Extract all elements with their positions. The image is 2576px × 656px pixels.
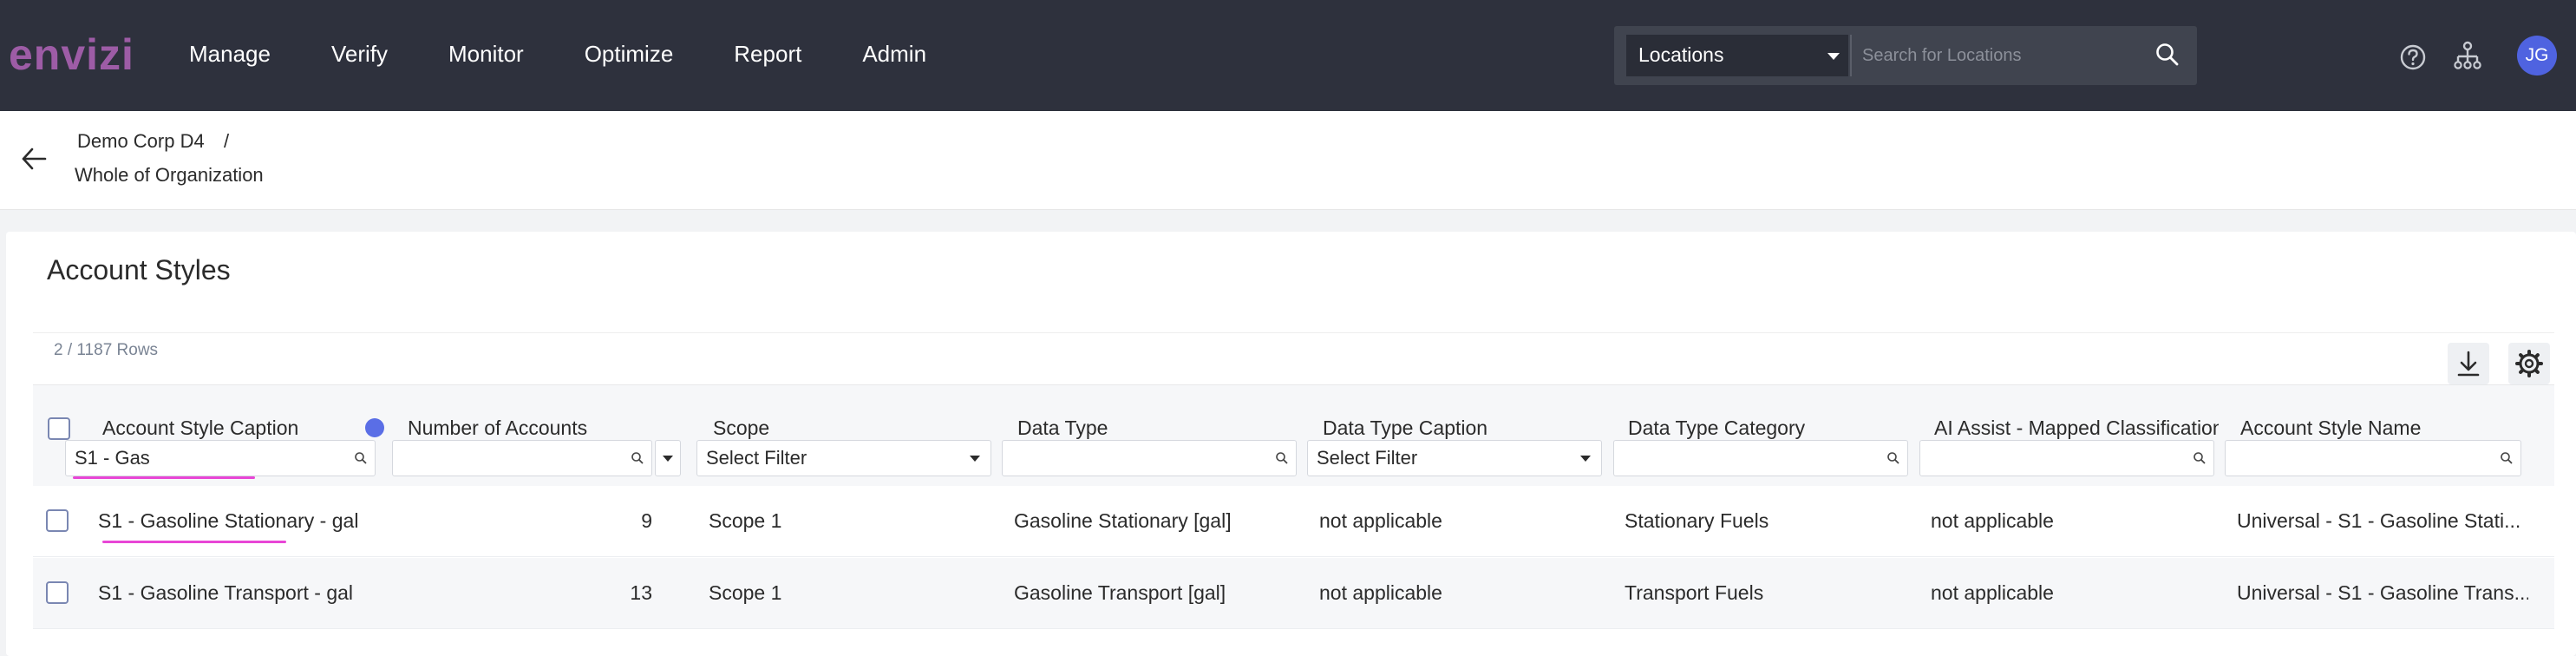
chevron-down-icon	[970, 456, 980, 462]
envizi-logo[interactable]: envizi	[9, 30, 134, 80]
cell-data-type-caption: not applicable	[1319, 581, 1442, 604]
nav-admin[interactable]: Admin	[862, 41, 926, 68]
help-icon[interactable]	[2399, 43, 2427, 71]
cell-number-of-accounts: 13	[630, 581, 652, 604]
nav-monitor[interactable]: Monitor	[448, 41, 524, 68]
chevron-down-icon	[663, 456, 673, 462]
cell-ai-classification: not applicable	[1931, 581, 2054, 604]
main-nav: Manage Verify Monitor Optimize Report Ad…	[189, 41, 987, 68]
user-avatar[interactable]: JG	[2517, 36, 2557, 75]
caption-filter-value: S1 - Gas	[75, 447, 150, 469]
search-icon	[1887, 452, 1899, 464]
row-checkbox[interactable]	[46, 509, 69, 532]
header-data-type[interactable]: Data Type	[1017, 417, 1278, 440]
breadcrumb: Demo Corp D4 / Whole of Organization	[0, 111, 2576, 210]
page-title: Account Styles	[47, 254, 231, 285]
data-type-filter-input[interactable]	[1002, 440, 1297, 476]
cell-number-of-accounts: 9	[641, 509, 652, 532]
cell-data-type: Gasoline Stationary [gal]	[1014, 509, 1232, 532]
cell-data-type-category: Stationary Fuels	[1625, 509, 1769, 532]
cell-account-style-name: Universal - S1 - Gasoline Trans...	[2237, 581, 2528, 604]
account-styles-card: Account Styles 2 / 1187 Rows Account Sty…	[6, 232, 2576, 656]
scope-filter-select[interactable]: Select Filter	[696, 440, 991, 476]
table-row[interactable]: S1 - Gasoline Stationary - gal 9 Scope 1…	[33, 486, 2554, 557]
hierarchy-icon[interactable]	[2453, 41, 2482, 70]
location-search: Locations	[1614, 26, 2197, 85]
location-search-input[interactable]	[1862, 38, 2148, 73]
table-row[interactable]: S1 - Gasoline Transport - gal 13 Scope 1…	[33, 558, 2554, 629]
data-type-category-filter-input[interactable]	[1613, 440, 1908, 476]
filter-highlight-underline	[73, 476, 255, 479]
cell-ai-classification: not applicable	[1931, 509, 2054, 532]
data-type-caption-filter-select[interactable]: Select Filter	[1307, 440, 1602, 476]
row-checkbox[interactable]	[46, 581, 69, 604]
filter-active-indicator	[365, 418, 384, 437]
header-ai-assist-mapped-classification[interactable]: AI Assist - Mapped Classification	[1934, 417, 2219, 440]
row-count: 2 / 1187 Rows	[54, 341, 159, 359]
search-icon	[2501, 452, 2513, 464]
card-divider	[33, 332, 2554, 333]
top-navigation-bar: envizi Manage Verify Monitor Optimize Re…	[0, 0, 2576, 111]
scope-filter-value: Select Filter	[706, 447, 807, 469]
cell-account-style-name: Universal - S1 - Gasoline Stati...	[2237, 509, 2521, 532]
search-icon[interactable]	[2154, 42, 2180, 68]
search-icon	[2194, 452, 2206, 464]
nav-verify[interactable]: Verify	[331, 41, 388, 68]
data-type-caption-filter-value: Select Filter	[1317, 447, 1418, 469]
cell-account-style-caption[interactable]: S1 - Gasoline Transport - gal	[98, 581, 389, 605]
header-account-style-name[interactable]: Account Style Name	[2240, 417, 2535, 440]
cell-scope: Scope 1	[709, 581, 782, 604]
header-data-type-caption[interactable]: Data Type Caption	[1323, 417, 1592, 440]
search-icon	[631, 452, 644, 464]
breadcrumb-current: Whole of Organization	[75, 164, 264, 186]
location-type-select[interactable]: Locations	[1626, 35, 1848, 76]
select-all-checkbox[interactable]	[48, 417, 70, 440]
number-filter-operator-select[interactable]	[655, 440, 681, 476]
cell-scope: Scope 1	[709, 509, 782, 532]
number-of-accounts-filter-input[interactable]	[392, 440, 652, 476]
breadcrumb-separator: /	[224, 130, 230, 152]
nav-optimize[interactable]: Optimize	[585, 41, 674, 68]
nav-report[interactable]: Report	[734, 41, 801, 68]
breadcrumb-parent-link[interactable]: Demo Corp D4	[77, 130, 205, 153]
cell-data-type: Gasoline Transport [gal]	[1014, 581, 1226, 604]
back-arrow-icon[interactable]	[19, 144, 49, 174]
header-data-type-category[interactable]: Data Type Category	[1628, 417, 1906, 440]
header-scope[interactable]: Scope	[713, 417, 973, 440]
chevron-down-icon	[1827, 53, 1840, 60]
account-styles-grid: Account Style Caption Number of Accounts…	[33, 384, 2554, 656]
caption-filter-input[interactable]: S1 - Gas	[65, 440, 376, 476]
cell-data-type-caption: not applicable	[1319, 509, 1442, 532]
download-icon[interactable]	[2448, 343, 2489, 384]
search-icon	[1276, 452, 1288, 464]
ai-classification-filter-input[interactable]	[1919, 440, 2214, 476]
row-highlight-underline	[102, 541, 286, 543]
account-style-name-filter-input[interactable]	[2225, 440, 2521, 476]
cell-account-style-caption[interactable]: S1 - Gasoline Stationary - gal	[98, 509, 389, 533]
cell-data-type-category: Transport Fuels	[1625, 581, 1764, 604]
header-number-of-accounts[interactable]: Number of Accounts	[408, 417, 668, 440]
header-account-style-caption[interactable]: Account Style Caption	[102, 417, 363, 440]
search-icon	[355, 452, 367, 464]
gear-icon[interactable]	[2508, 343, 2550, 384]
chevron-down-icon	[1580, 456, 1591, 462]
location-type-value: Locations	[1638, 43, 1724, 66]
search-divider	[1850, 35, 1852, 76]
nav-manage[interactable]: Manage	[189, 41, 271, 68]
